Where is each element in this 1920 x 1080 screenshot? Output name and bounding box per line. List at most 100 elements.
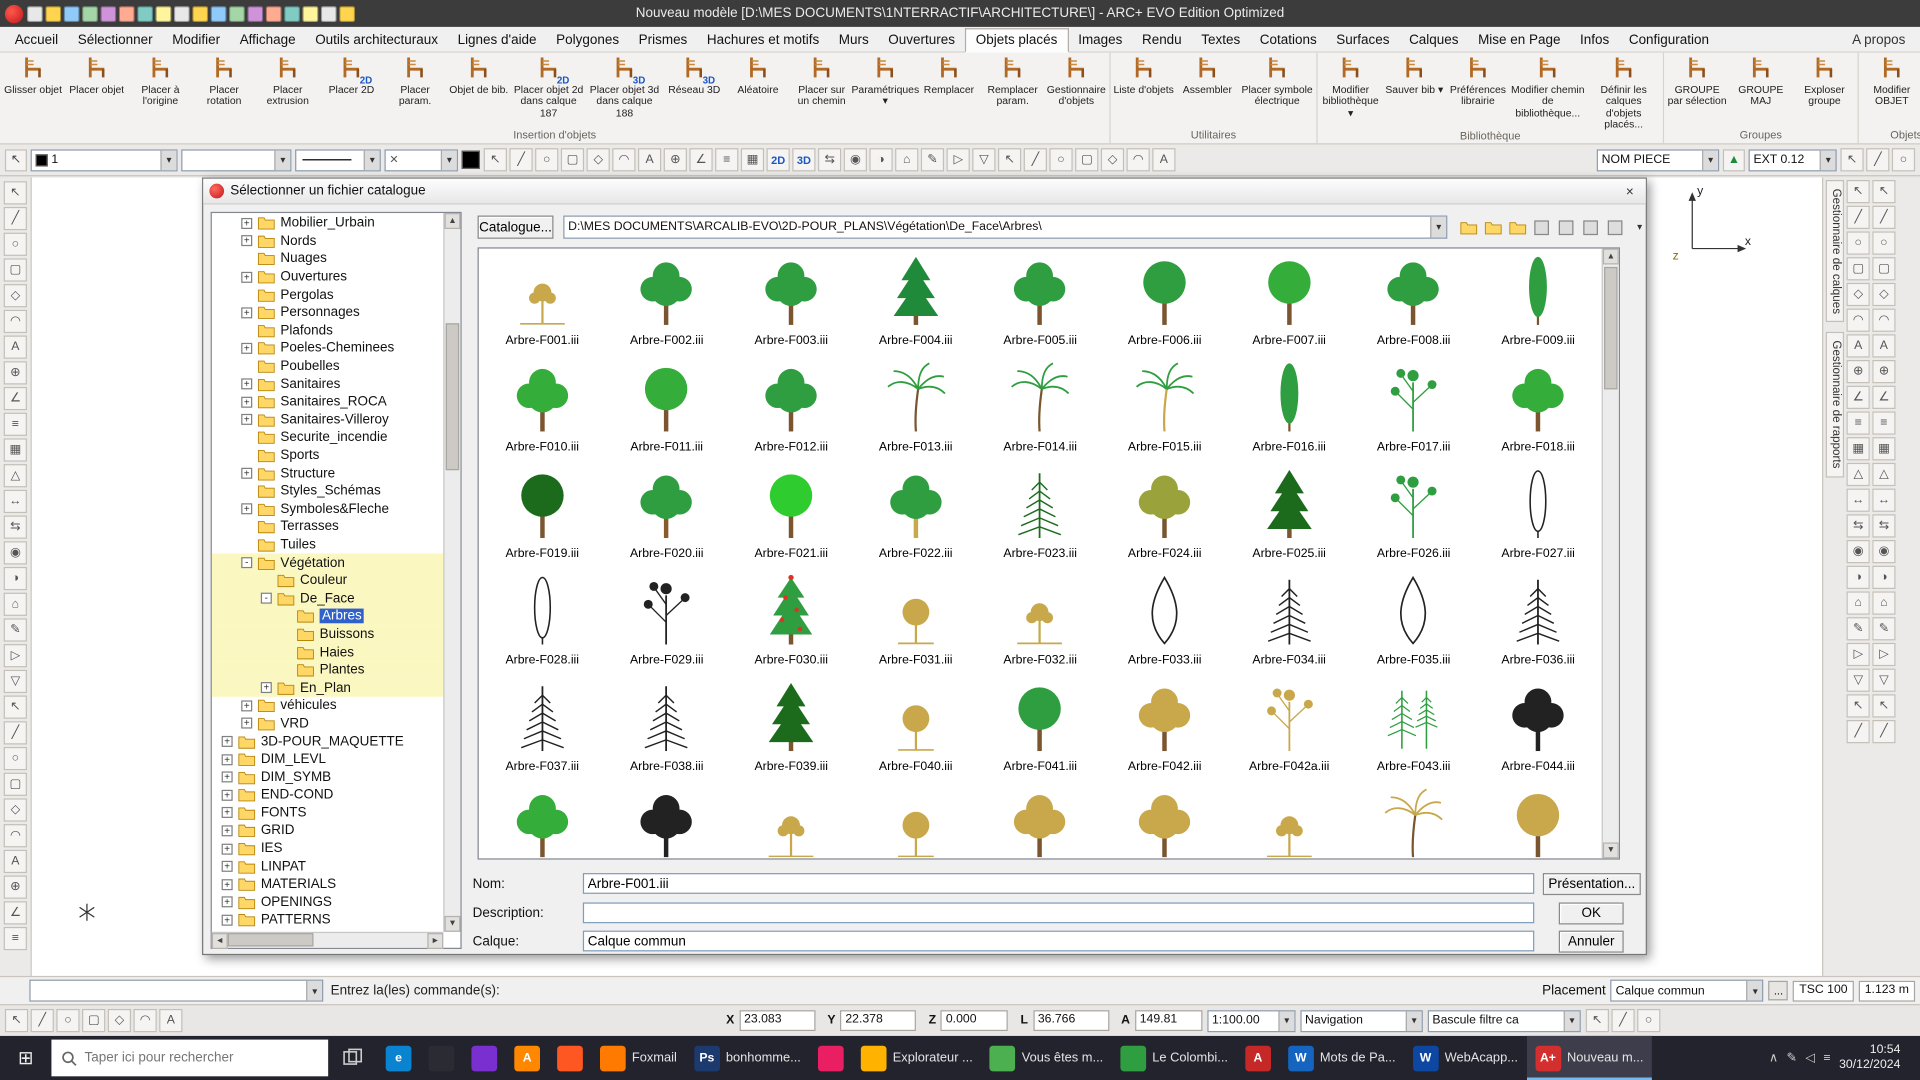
list-view-icon[interactable] (1531, 217, 1553, 238)
info-icon[interactable]: ∠ (4, 901, 27, 924)
tree-item-ies[interactable]: +IES (212, 840, 443, 858)
layer-combo[interactable]: 1 ▾ (31, 149, 178, 171)
catalog-item-arbre-f005-iii[interactable]: Arbre-F005.iii (978, 250, 1102, 357)
menu-tab-configuration[interactable]: Configuration (1619, 29, 1719, 51)
ribbon-button-placer-sur-un-chemin[interactable]: Placer sur un chemin (790, 53, 854, 129)
expander-icon[interactable]: + (222, 754, 233, 765)
expander-icon[interactable]: + (241, 468, 252, 479)
catalogue-button[interactable]: Catalogue... (478, 216, 554, 239)
clock[interactable]: 10:54 30/12/2024 (1839, 1043, 1900, 1074)
expander-icon[interactable]: + (241, 700, 252, 711)
ribbon-button-placer-objet[interactable]: Placer objet (65, 53, 129, 129)
taskbar-app-explorateur[interactable]: Explorateur ... (852, 1036, 981, 1080)
filter-combo[interactable]: Bascule filtre ca ▾ (1428, 1010, 1581, 1032)
catalog-item-arbre-f043-iii[interactable]: Arbre-F043.iii (1351, 676, 1475, 783)
menu-tab-ouvertures[interactable]: Ouvertures (879, 29, 965, 51)
catalog-item-arbre-f024-iii[interactable]: Arbre-F024.iii (1102, 463, 1226, 570)
scroll-thumb[interactable] (228, 933, 314, 946)
ribbon-button-pr-f-rences-librairie[interactable]: Préférences librairie (1446, 53, 1510, 131)
taskbar-app[interactable]: e (377, 1036, 420, 1080)
paint-icon[interactable]: ∠ (689, 148, 712, 171)
thumbnails-view-icon[interactable] (1580, 217, 1602, 238)
catalog-item[interactable] (853, 782, 977, 857)
ribbon-button-placer-objet-2d-dans-calque-187[interactable]: 2DPlacer objet 2d dans calque 187 (511, 53, 587, 129)
catalog-item-arbre-f040-iii[interactable]: Arbre-F040.iii (853, 676, 977, 783)
expander-icon[interactable]: + (222, 807, 233, 818)
ortho-icon[interactable]: ╱ (509, 148, 532, 171)
ribbon-button-glisser-objet[interactable]: Glisser objet (1, 53, 65, 129)
tree-item-styles-sch-mas[interactable]: Styles_Schémas (212, 482, 443, 500)
start-button[interactable]: ⊞ (0, 1036, 51, 1080)
grid-vertical-scrollbar[interactable]: ▲ ▼ (1602, 249, 1619, 859)
layers-icon[interactable]: ◑ (869, 148, 892, 171)
tree-item-v-hicules[interactable]: +véhicules (212, 697, 443, 715)
catalog-item-arbre-f006-iii[interactable]: Arbre-F006.iii (1102, 250, 1226, 357)
expander-icon[interactable]: + (222, 772, 233, 783)
fill-icon[interactable]: ≡ (715, 148, 738, 171)
expander-icon[interactable]: + (222, 790, 233, 801)
catalog-item-arbre-f008-iii[interactable]: Arbre-F008.iii (1351, 250, 1475, 357)
catalog-item-arbre-f033-iii[interactable]: Arbre-F033.iii (1102, 569, 1226, 676)
ribbon-button-placer-symbole-lectrique[interactable]: Placer symbole électrique (1239, 53, 1315, 129)
catalog-item-arbre-f011-iii[interactable]: Arbre-F011.iii (604, 356, 728, 463)
catalog-item-arbre-f038-iii[interactable]: Arbre-F038.iii (604, 676, 728, 783)
tree-item-securite-incendie[interactable]: Securite_incendie (212, 429, 443, 447)
save-all-icon[interactable] (82, 6, 98, 22)
leader-icon[interactable]: △ (4, 464, 27, 487)
path-combo[interactable]: D:\MES DOCUMENTS\ARCALIB-EVO\2D-POUR_PLA… (563, 216, 1447, 239)
expander-icon[interactable]: + (261, 682, 272, 693)
palette-icon[interactable] (284, 6, 300, 22)
calque-input[interactable] (583, 931, 1534, 952)
tree-item-3d-pour-maquette[interactable]: +3D-POUR_MAQUETTE (212, 733, 443, 751)
catalog-item-arbre-f010-iii[interactable]: Arbre-F010.iii (480, 356, 604, 463)
network-icon[interactable]: ≡ (1823, 1051, 1830, 1064)
ribbon-button-objet-de-bib[interactable]: Objet de bib. (447, 53, 511, 129)
tree-item-symboles-fleche[interactable]: +Symboles&Fleche (212, 500, 443, 518)
menu-tab-images[interactable]: Images (1068, 29, 1132, 51)
taskbar-app[interactable] (420, 1036, 463, 1080)
catalog-item[interactable] (978, 782, 1102, 857)
tree-item-linpat[interactable]: +LINPAT (212, 858, 443, 876)
menu-tab-prismes[interactable]: Prismes (629, 29, 697, 51)
column-icon[interactable]: ▽ (4, 670, 27, 693)
nom-input[interactable] (583, 873, 1534, 894)
annuler-button[interactable]: Annuler (1559, 931, 1624, 953)
menu-tab-polygones[interactable]: Polygones (546, 29, 629, 51)
groups-icon[interactable]: A (4, 850, 27, 873)
2d-toggle-icon[interactable]: 2D (767, 148, 790, 171)
catalog-item-arbre-f027-iii[interactable]: Arbre-F027.iii (1476, 463, 1600, 570)
catalog-item-arbre-f019-iii[interactable]: Arbre-F019.iii (480, 463, 604, 570)
catalog-item-arbre-f037-iii[interactable]: Arbre-F037.iii (480, 676, 604, 783)
ribbon-button-groupe-par-s-lection[interactable]: GROUPE par sélection (1665, 53, 1729, 129)
task-view-icon[interactable] (328, 1036, 377, 1080)
catalog-item-arbre-f018-iii[interactable]: Arbre-F018.iii (1476, 356, 1600, 463)
tree-item-couleur[interactable]: Couleur (212, 572, 443, 590)
export-icon[interactable]: ▷ (1847, 643, 1870, 666)
taskbar-app-vous-tes-m[interactable]: Vous êtes m... (981, 1036, 1111, 1080)
layer-icon[interactable]: ⌂ (1847, 591, 1870, 614)
pin-icon[interactable]: ╱ (1847, 720, 1870, 743)
ribbon-button-placer-extrusion[interactable]: Placer extrusion (256, 53, 320, 129)
taskbar-app[interactable] (463, 1036, 506, 1080)
tree-item-sanitaires-roca[interactable]: +Sanitaires_ROCA (212, 393, 443, 411)
wall-icon[interactable]: ◉ (4, 541, 27, 564)
tree-item-tuiles[interactable]: Tuiles (212, 536, 443, 554)
linewidth-combo[interactable]: ✕▾ (384, 149, 457, 171)
next-view-icon[interactable]: ▢ (1075, 148, 1098, 171)
expander-icon[interactable]: - (241, 557, 252, 568)
roof-icon[interactable]: ○ (1847, 231, 1870, 254)
ribbon-button-r-seau-3d[interactable]: 3DRéseau 3D (662, 53, 726, 129)
tree-item-pergolas[interactable]: Pergolas (212, 286, 443, 304)
tree-item-grid[interactable]: +GRID (212, 822, 443, 840)
catalog-item-arbre-f007-iii[interactable]: Arbre-F007.iii (1227, 250, 1351, 357)
tab-gestionnaire-rapports[interactable]: Gestionnaire de rapports (1826, 332, 1844, 477)
measure-icon[interactable]: ⊕ (4, 876, 27, 899)
zoom-window-icon[interactable]: ▽ (972, 148, 995, 171)
catalog-item-arbre-f035-iii[interactable]: Arbre-F035.iii (1351, 569, 1475, 676)
snap-grid-icon[interactable]: ○ (535, 148, 558, 171)
expander-icon[interactable]: + (241, 218, 252, 229)
catalog-item-arbre-f004-iii[interactable]: Arbre-F004.iii (853, 250, 977, 357)
elevation-icon[interactable]: ◇ (1872, 283, 1895, 306)
print-icon[interactable] (100, 6, 116, 22)
save-icon[interactable] (64, 6, 80, 22)
